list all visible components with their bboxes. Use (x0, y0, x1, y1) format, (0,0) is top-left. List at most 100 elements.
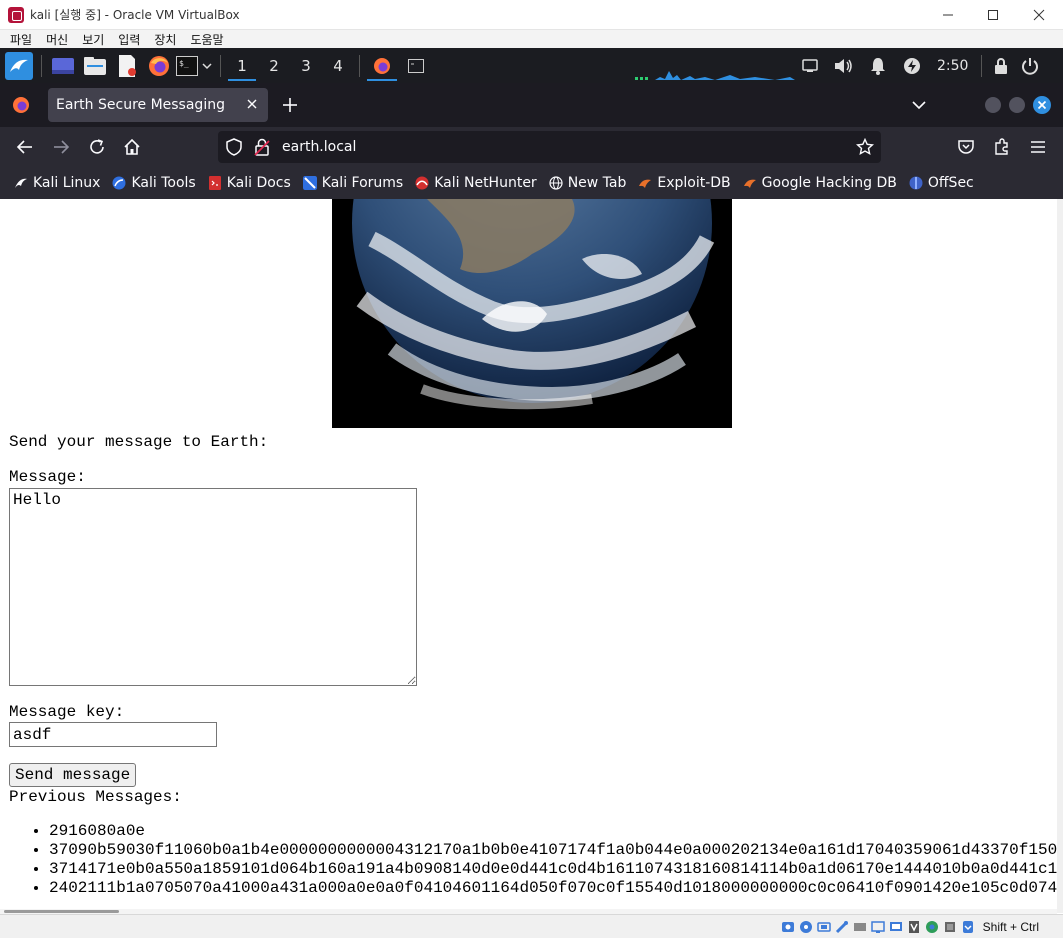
bookmark-google-hacking-db[interactable]: Google Hacking DB (743, 175, 897, 191)
bookmark-star-icon[interactable] (856, 138, 874, 156)
panel-separator (220, 54, 221, 77)
window-minimize-button[interactable] (985, 97, 1001, 113)
workspace-3[interactable]: 3 (290, 48, 322, 83)
message-key-label: Message key: (9, 703, 125, 721)
plus-icon (283, 98, 297, 112)
firefox-icon (13, 97, 29, 113)
kali-panel: $_ 1 2 3 4 2:50 (0, 48, 1063, 83)
menu-view[interactable]: 보기 (82, 31, 104, 48)
lock-icon (995, 57, 1008, 74)
vertical-scrollbar[interactable] (1057, 199, 1063, 913)
terminal-dropdown-button[interactable] (199, 48, 215, 83)
menu-devices[interactable]: 장치 (154, 31, 176, 48)
shared-folders-icon[interactable] (870, 920, 885, 934)
menu-help[interactable]: 도움말 (190, 31, 223, 48)
menu-machine[interactable]: 머신 (46, 31, 68, 48)
terminal-icon: $_ (176, 55, 198, 76)
maximize-icon (988, 10, 998, 20)
window-maximize-button[interactable] (1009, 97, 1025, 113)
lock-screen-button[interactable] (987, 48, 1015, 83)
url-bar[interactable]: earth.local (218, 131, 881, 163)
new-tab-button[interactable] (282, 97, 298, 113)
logout-button[interactable] (1015, 48, 1045, 83)
menu-file[interactable]: 파일 (10, 31, 32, 48)
recording-icon[interactable] (907, 920, 921, 934)
back-button[interactable] (13, 135, 37, 159)
minimize-icon (943, 14, 953, 16)
minimize-button[interactable] (925, 0, 971, 30)
send-message-button[interactable]: Send message (9, 763, 137, 787)
pocket-button[interactable] (954, 135, 978, 159)
home-button[interactable] (120, 135, 144, 159)
vbox-statusbar: Shift + Ctrl (0, 914, 1063, 938)
extensions-button[interactable] (990, 135, 1014, 159)
globe-icon (549, 176, 563, 190)
hard-disk-icon[interactable] (781, 920, 795, 934)
exploit-db-icon (743, 179, 756, 188)
panel-clock[interactable]: 2:50 (937, 48, 968, 83)
bookmark-offsec[interactable]: OffSec (909, 175, 974, 191)
chevron-down-icon (912, 101, 926, 110)
window-close-button[interactable] (1033, 96, 1051, 114)
notifications-button[interactable] (861, 48, 895, 83)
show-desktop-button[interactable] (47, 48, 79, 83)
bookmark-label: Kali Docs (226, 175, 291, 191)
folder-icon (84, 56, 106, 75)
horizontal-scrollbar-thumb[interactable] (4, 910, 119, 913)
mouse-integration-icon[interactable] (961, 920, 975, 934)
workspace-2[interactable]: 2 (258, 48, 290, 83)
optical-drive-icon[interactable] (799, 920, 813, 934)
workspace-4[interactable]: 4 (322, 48, 354, 83)
audio-icon[interactable] (816, 920, 831, 934)
bookmark-kali-forums[interactable]: Kali Forums (302, 175, 403, 191)
bookmark-label: Kali Tools (131, 175, 196, 191)
form-heading: Send your message to Earth: (9, 433, 269, 451)
taskbar-terminal-window[interactable] (399, 48, 433, 83)
bookmarks-toolbar: Kali Linux Kali Tools Kali Docs Kali For… (0, 167, 1063, 199)
url-text[interactable]: earth.local (282, 139, 356, 155)
power-icon (1022, 57, 1039, 75)
bookmark-exploit-db[interactable]: Exploit-DB (638, 175, 731, 191)
close-icon (1033, 96, 1051, 114)
firefox-view-button[interactable] (12, 96, 30, 114)
message-textarea[interactable]: Hello (9, 488, 417, 686)
kali-menu-button[interactable] (2, 48, 36, 83)
offsec-icon (909, 176, 923, 190)
reload-button[interactable] (85, 135, 109, 159)
list-item: 2402111b1a0705070a41000a431a000a0e0a0f04… (49, 879, 1057, 898)
vpn-status-button[interactable] (795, 48, 825, 83)
close-window-button[interactable] (1016, 0, 1062, 30)
cpu-icon[interactable] (943, 920, 957, 934)
tab-close-button[interactable] (246, 96, 260, 112)
forward-button[interactable] (49, 135, 73, 159)
earth-image (332, 199, 732, 428)
list-item: 37090b59030f11060b0a1b4e0000000000004312… (49, 841, 1057, 860)
network-activity-graph (635, 48, 795, 83)
power-manager-button[interactable] (895, 48, 929, 83)
terminal-launcher[interactable]: $_ (175, 48, 199, 83)
terminal-icon (408, 58, 424, 73)
taskbar-firefox-window[interactable] (365, 48, 399, 83)
menu-input[interactable]: 입력 (118, 31, 140, 48)
maximize-button[interactable] (970, 0, 1016, 30)
bookmark-kali-nethunter[interactable]: Kali NetHunter (415, 175, 537, 191)
tab-earth-secure-messaging[interactable]: Earth Secure Messaging (48, 88, 268, 122)
app-menu-button[interactable] (1026, 135, 1050, 159)
list-all-tabs-button[interactable] (912, 100, 926, 110)
bookmark-kali-linux[interactable]: Kali Linux (14, 175, 100, 191)
message-key-input[interactable] (9, 722, 217, 747)
bookmark-kali-tools[interactable]: Kali Tools (112, 175, 196, 191)
bookmark-new-tab[interactable]: New Tab (549, 175, 627, 191)
display-icon[interactable] (889, 920, 903, 934)
usb-icon[interactable] (853, 920, 867, 934)
file-manager-launcher[interactable] (79, 48, 111, 83)
text-editor-launcher[interactable] (111, 48, 143, 83)
network-adapter-icon[interactable] (835, 920, 849, 934)
chevron-down-icon (202, 62, 212, 69)
guest-additions-icon[interactable] (925, 920, 939, 934)
workspace-1[interactable]: 1 (226, 48, 258, 83)
bookmark-label: New Tab (567, 175, 627, 191)
volume-button[interactable] (825, 48, 861, 83)
firefox-launcher[interactable] (143, 48, 175, 83)
bookmark-kali-docs[interactable]: Kali Docs (208, 175, 291, 191)
